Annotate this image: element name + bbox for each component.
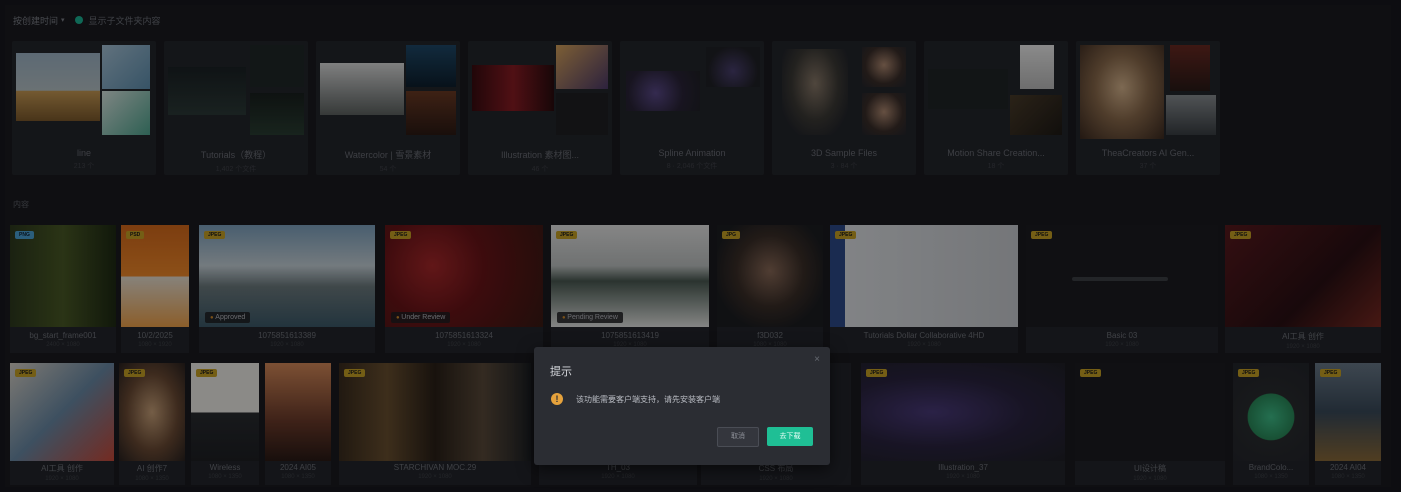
warning-icon: ! [551, 393, 563, 405]
close-icon[interactable]: × [814, 354, 820, 365]
dialog-message: 该功能需要客户端支持，请先安装客户端 [576, 395, 720, 404]
dialog-title: 提示 [550, 366, 572, 378]
download-button[interactable]: 去下载 [767, 427, 813, 446]
cancel-button[interactable]: 取消 [717, 427, 759, 447]
prompt-dialog: 提示 × ! 该功能需要客户端支持，请先安装客户端 取消 去下载 [534, 347, 830, 465]
